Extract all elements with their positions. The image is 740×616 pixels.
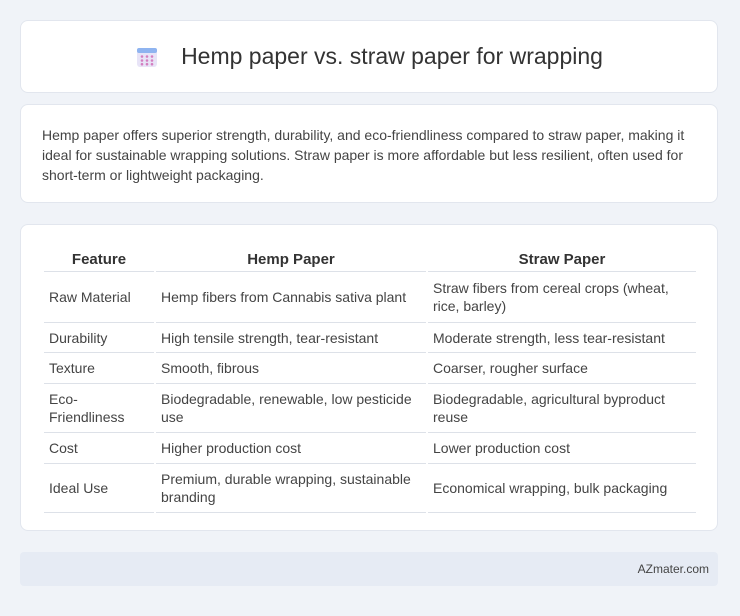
page-title: Hemp paper vs. straw paper for wrapping: [181, 43, 603, 69]
table-row: Eco-Friendliness Biodegradable, renewabl…: [44, 384, 696, 433]
footer-brand: AZmater.com: [637, 562, 709, 576]
hemp-cell: Higher production cost: [156, 433, 426, 464]
hemp-cell: High tensile strength, tear-resistant: [156, 323, 426, 353]
straw-cell: Coarser, rougher surface: [428, 353, 696, 384]
title-card: Hemp paper vs. straw paper for wrapping: [20, 20, 718, 93]
table-row: Durability High tensile strength, tear-r…: [44, 323, 696, 353]
header-feature: Feature: [44, 247, 154, 272]
header-straw-paper: Straw Paper: [428, 247, 696, 272]
header-hemp-paper: Hemp Paper: [156, 247, 426, 272]
table-row: Texture Smooth, fibrous Coarser, rougher…: [44, 353, 696, 384]
straw-cell: Lower production cost: [428, 433, 696, 464]
feature-cell: Cost: [44, 433, 154, 464]
feature-cell: Durability: [44, 323, 154, 353]
hemp-cell: Hemp fibers from Cannabis sativa plant: [156, 272, 426, 323]
straw-cell: Moderate strength, less tear-resistant: [428, 323, 696, 353]
table-row: Cost Higher production cost Lower produc…: [44, 433, 696, 464]
straw-cell: Economical wrapping, bulk packaging: [428, 464, 696, 513]
table-row: Ideal Use Premium, durable wrapping, sus…: [44, 464, 696, 513]
calendar-grid-icon: [137, 47, 158, 67]
straw-cell: Biodegradable, agricultural byproduct re…: [428, 384, 696, 433]
footer-bar: AZmater.com: [20, 552, 718, 586]
hemp-cell: Smooth, fibrous: [156, 353, 426, 384]
feature-cell: Eco-Friendliness: [44, 384, 154, 433]
feature-cell: Raw Material: [44, 272, 154, 323]
hemp-cell: Biodegradable, renewable, low pesticide …: [156, 384, 426, 433]
hemp-cell: Premium, durable wrapping, sustainable b…: [156, 464, 426, 513]
table-row: Raw Material Hemp fibers from Cannabis s…: [44, 272, 696, 323]
feature-cell: Texture: [44, 353, 154, 384]
straw-cell: Straw fibers from cereal crops (wheat, r…: [428, 272, 696, 323]
comparison-card: Feature Hemp Paper Straw Paper Raw Mater…: [20, 224, 718, 531]
feature-cell: Ideal Use: [44, 464, 154, 513]
table-header-row: Feature Hemp Paper Straw Paper: [44, 247, 696, 272]
intro-text: Hemp paper offers superior strength, dur…: [42, 127, 685, 183]
intro-card: Hemp paper offers superior strength, dur…: [20, 104, 718, 203]
comparison-table: Feature Hemp Paper Straw Paper Raw Mater…: [42, 247, 698, 513]
